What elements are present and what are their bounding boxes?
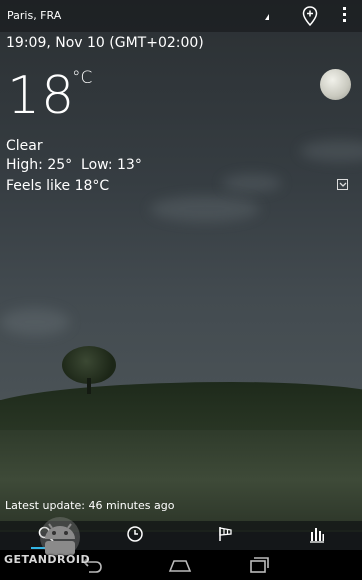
clock-icon — [127, 526, 143, 542]
add-location-icon[interactable] — [302, 6, 318, 27]
wind-icon — [219, 527, 232, 541]
high-low-temperature: High: 25° Low: 13° — [6, 157, 142, 173]
expand-details-icon[interactable] — [337, 179, 348, 190]
cloud — [0, 308, 70, 336]
temperature-unit: °C — [72, 68, 93, 88]
tab-hourly[interactable] — [120, 525, 150, 547]
recent-apps-button[interactable] — [248, 556, 270, 578]
recent-apps-icon — [250, 557, 269, 573]
moon-icon — [320, 69, 351, 100]
home-icon — [168, 560, 192, 572]
tab-wind[interactable] — [211, 525, 241, 547]
watermark-logo — [5, 517, 115, 580]
tree-trunk — [87, 378, 91, 394]
cloud — [150, 196, 260, 222]
last-update-status: Latest update: 46 minutes ago — [5, 499, 175, 512]
home-button[interactable] — [168, 556, 192, 578]
location-dropdown-icon[interactable] — [265, 14, 269, 20]
local-datetime: 19:09, Nov 10 (GMT+02:00) — [6, 35, 204, 51]
location-label[interactable]: Paris, FRA — [7, 9, 61, 22]
chart-icon — [310, 528, 324, 543]
current-temperature: 18 — [7, 66, 76, 126]
field — [0, 430, 362, 530]
top-bar: Paris, FRA — [0, 0, 362, 32]
cloud — [222, 174, 282, 192]
tab-charts[interactable] — [302, 525, 332, 547]
weather-condition: Clear — [6, 138, 43, 154]
overflow-menu-icon[interactable] — [340, 7, 348, 25]
feels-like-temperature: Feels like 18°C — [6, 178, 110, 194]
watermark-text: GETANDROID — [4, 553, 91, 566]
